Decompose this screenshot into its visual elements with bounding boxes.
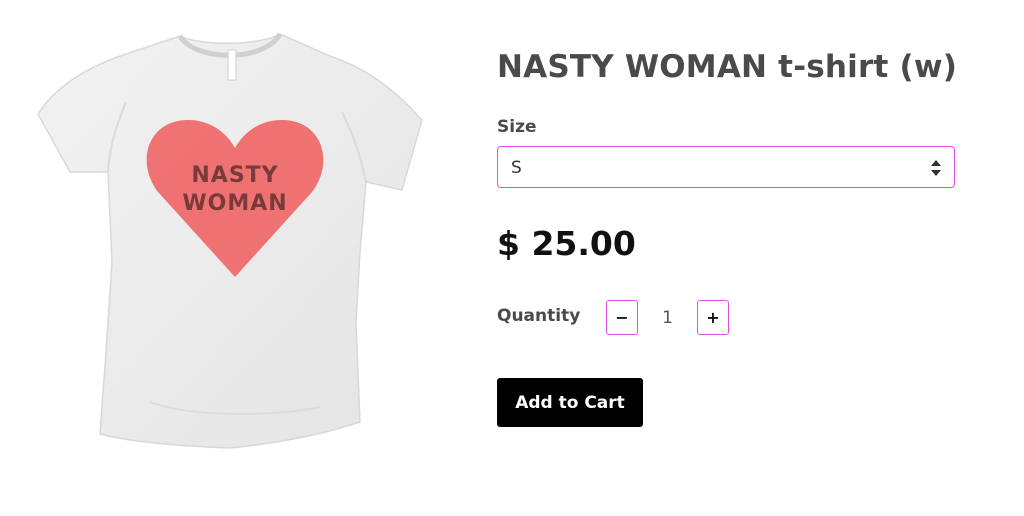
size-label: Size [497,117,537,137]
select-arrows-icon [931,160,941,176]
tshirt-print-line2: WOMAN [182,191,287,216]
quantity-decrease-button[interactable]: − [606,300,638,335]
product-image: NASTY WOMAN [30,22,430,462]
quantity-value[interactable]: 1 [638,308,697,328]
tshirt-illustration: NASTY WOMAN [37,32,423,449]
product-details: NASTY WOMAN t-shirt (w) Size S $ 25.00 Q… [497,44,959,427]
product-price: $ 25.00 [497,224,636,263]
quantity-label: Quantity [497,306,581,326]
size-select-value: S [511,158,522,178]
add-to-cart-button[interactable]: Add to Cart [497,378,643,427]
tshirt-print-line1: NASTY [191,163,278,188]
quantity-increase-button[interactable]: + [697,300,729,335]
size-select[interactable]: S [497,146,955,188]
product-title: NASTY WOMAN t-shirt (w) [497,49,958,85]
